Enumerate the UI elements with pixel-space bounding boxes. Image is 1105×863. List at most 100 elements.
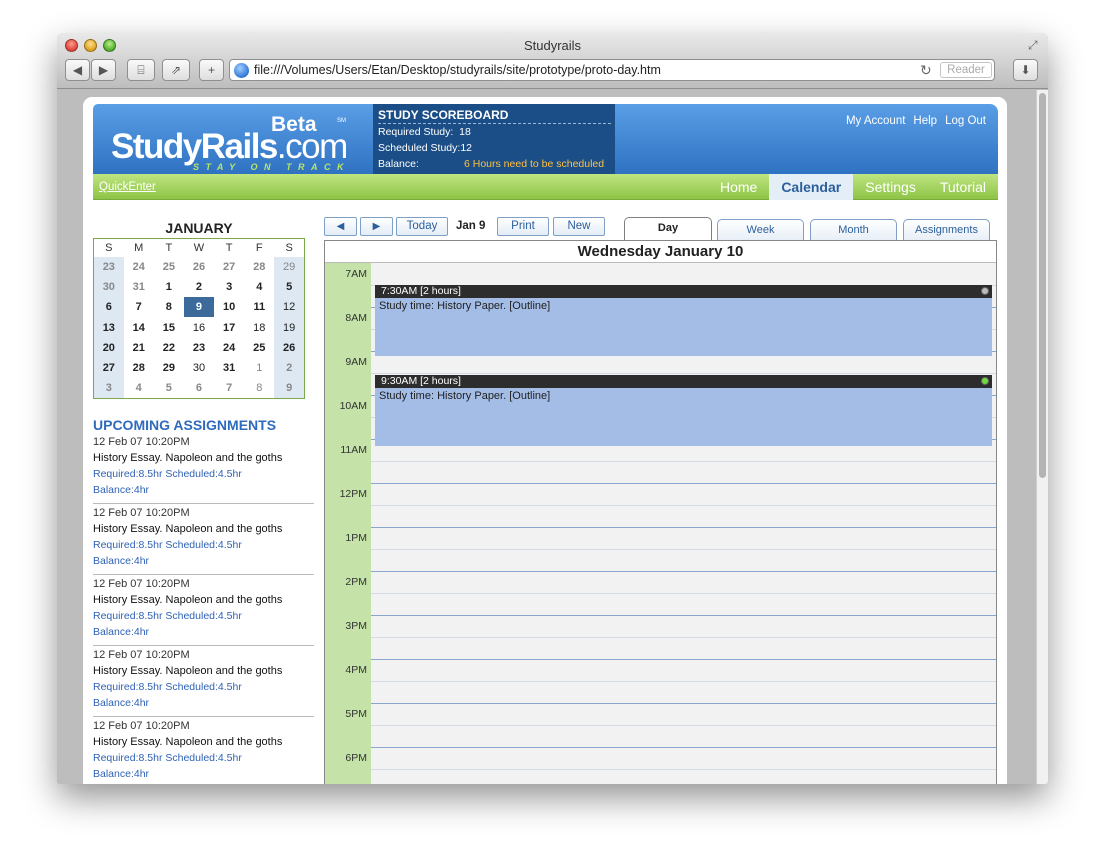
calendar-day[interactable]: 30 bbox=[93, 276, 124, 298]
calendar-day[interactable]: 3 bbox=[214, 277, 244, 297]
vertical-scrollbar[interactable] bbox=[1036, 90, 1048, 784]
calendar-day[interactable]: 18 bbox=[244, 317, 274, 337]
forward-button[interactable]: ▶ bbox=[91, 59, 116, 81]
nav-tab-home[interactable]: Home bbox=[708, 174, 769, 200]
assignment-item[interactable]: 12 Feb 07 10:20PM History Essay. Napoleo… bbox=[93, 504, 314, 575]
assignment-item[interactable]: 12 Feb 07 10:20PM History Essay. Napoleo… bbox=[93, 646, 314, 717]
calendar-event[interactable]: 7:30AM [2 hours] Study time: History Pap… bbox=[375, 285, 992, 356]
calendar-day[interactable]: 26 bbox=[184, 257, 214, 277]
status-dot-icon[interactable] bbox=[981, 377, 989, 385]
calendar-day[interactable]: 2 bbox=[274, 357, 305, 379]
calendar-day[interactable]: 3 bbox=[93, 378, 124, 399]
calendar-day[interactable]: 1 bbox=[154, 277, 184, 297]
calendar-day[interactable]: 8 bbox=[244, 378, 274, 398]
log-out-link[interactable]: Log Out bbox=[945, 115, 986, 127]
hour-label: 1PM bbox=[345, 532, 367, 544]
assignment-item[interactable]: 12 Feb 07 10:20PM History Essay. Napoleo… bbox=[93, 717, 314, 784]
share-button[interactable]: ⇗ bbox=[162, 59, 190, 81]
calendar-day[interactable]: 27 bbox=[93, 357, 124, 379]
calendar-day[interactable]: 26 bbox=[274, 337, 305, 358]
quick-enter-link[interactable]: QuickEnter bbox=[99, 181, 156, 193]
calendar-day[interactable]: 7 bbox=[124, 297, 154, 317]
downloads-button[interactable]: ⬇ bbox=[1013, 59, 1038, 81]
calendar-day[interactable]: 23 bbox=[93, 256, 124, 277]
status-dot-icon[interactable] bbox=[981, 287, 989, 295]
calendar-day[interactable]: 6 bbox=[184, 378, 214, 398]
day-view-title: Wednesday January 10 bbox=[325, 241, 996, 263]
assignment-item[interactable]: 12 Feb 07 10:20PM History Essay. Napoleo… bbox=[93, 575, 314, 646]
calendar-day[interactable]: 5 bbox=[274, 276, 305, 298]
tab-month[interactable]: Month bbox=[810, 219, 897, 240]
assignment-balance: Balance:4hr bbox=[93, 555, 150, 567]
new-button[interactable]: New bbox=[553, 217, 605, 236]
help-link[interactable]: Help bbox=[913, 115, 937, 127]
calendar-day[interactable]: 17 bbox=[214, 317, 244, 337]
show-all-bookmarks-button[interactable]: ⌸ bbox=[127, 59, 155, 81]
calendar-event[interactable]: 9:30AM [2 hours] Study time: History Pap… bbox=[375, 375, 992, 446]
calendar-day[interactable]: 20 bbox=[93, 337, 124, 358]
tab-day[interactable]: Day bbox=[624, 217, 712, 241]
weekday-label: S bbox=[105, 241, 113, 254]
calendar-day[interactable]: 25 bbox=[154, 257, 184, 277]
calendar-day[interactable]: 4 bbox=[244, 277, 274, 297]
my-account-link[interactable]: My Account bbox=[846, 115, 905, 127]
calendar-day[interactable]: 10 bbox=[214, 297, 244, 317]
calendar-day[interactable]: 24 bbox=[214, 338, 244, 358]
back-button[interactable]: ◀ bbox=[65, 59, 90, 81]
calendar-day[interactable]: 4 bbox=[124, 378, 154, 398]
prev-day-button[interactable]: ◀ bbox=[324, 217, 357, 236]
calendar-day[interactable]: 31 bbox=[124, 277, 154, 297]
calendar-day[interactable]: 6 bbox=[93, 297, 124, 318]
calendar-day[interactable]: 12 bbox=[274, 297, 305, 318]
site-header: StudyRails.com Beta SM STAY ON TRACK STU… bbox=[93, 104, 998, 174]
hour-label: 3PM bbox=[345, 620, 367, 632]
calendar-day[interactable]: 7 bbox=[214, 378, 244, 398]
calendar-day[interactable]: 2 bbox=[184, 277, 214, 297]
next-day-button[interactable]: ▶ bbox=[360, 217, 393, 236]
tab-week[interactable]: Week bbox=[717, 219, 804, 240]
tab-assignments[interactable]: Assignments bbox=[903, 219, 990, 240]
event-time: 9:30AM [2 hours] bbox=[381, 375, 461, 387]
calendar-day[interactable]: 13 bbox=[93, 317, 124, 338]
half-hour-line bbox=[371, 549, 996, 550]
calendar-day[interactable]: 14 bbox=[124, 317, 154, 337]
calendar-day-selected[interactable]: 9 bbox=[183, 297, 215, 318]
assignment-item[interactable]: 12 Feb 07 10:20PM History Essay. Napoleo… bbox=[93, 433, 314, 504]
reload-icon[interactable]: ↻ bbox=[920, 60, 932, 80]
calendar-day[interactable]: 21 bbox=[124, 338, 154, 358]
calendar-day[interactable]: 30 bbox=[184, 358, 214, 378]
assignment-hours: Required:8.5hr Scheduled:4.5hr bbox=[93, 610, 242, 622]
calendar-day[interactable]: 19 bbox=[274, 317, 305, 338]
studyrails-logo[interactable]: StudyRails.com Beta SM STAY ON TRACK bbox=[111, 112, 351, 172]
fullscreen-icon[interactable]: ⤢ bbox=[1028, 38, 1042, 52]
calendar-day[interactable]: 23 bbox=[184, 338, 214, 358]
calendar-day[interactable]: 27 bbox=[214, 257, 244, 277]
today-button[interactable]: Today bbox=[396, 217, 448, 236]
calendar-day[interactable]: 29 bbox=[274, 256, 305, 277]
address-bar[interactable]: file:///Volumes/Users/Etan/Desktop/study… bbox=[229, 59, 995, 81]
nav-tab-settings[interactable]: Settings bbox=[853, 174, 928, 200]
calendar-day[interactable]: 28 bbox=[244, 257, 274, 277]
nav-tab-tutorial[interactable]: Tutorial bbox=[928, 174, 998, 200]
calendar-day[interactable]: 31 bbox=[214, 358, 244, 378]
calendar-day[interactable]: 24 bbox=[124, 257, 154, 277]
reader-button[interactable]: Reader bbox=[940, 62, 992, 78]
calendar-day[interactable]: 28 bbox=[124, 358, 154, 378]
scrollbar-thumb[interactable] bbox=[1039, 93, 1046, 478]
calendar-day[interactable]: 22 bbox=[154, 338, 184, 358]
calendar-day[interactable]: 11 bbox=[244, 297, 274, 317]
assignment-balance: Balance:4hr bbox=[93, 768, 150, 780]
print-button[interactable]: Print bbox=[497, 217, 549, 236]
calendar-day[interactable]: 8 bbox=[154, 297, 184, 317]
assignment-name: History Essay. Napoleon and the goths bbox=[93, 736, 283, 748]
calendar-day[interactable]: 16 bbox=[184, 317, 214, 337]
nav-tab-calendar[interactable]: Calendar bbox=[769, 174, 854, 200]
calendar-day[interactable]: 1 bbox=[244, 358, 274, 378]
calendar-day[interactable]: 29 bbox=[154, 358, 184, 378]
add-bookmark-button[interactable]: + bbox=[199, 59, 224, 81]
calendar-day[interactable]: 5 bbox=[154, 378, 184, 398]
calendar-day[interactable]: 15 bbox=[154, 317, 184, 337]
calendar-day[interactable]: 25 bbox=[244, 338, 274, 358]
calendar-day[interactable]: 9 bbox=[274, 378, 305, 399]
assignment-balance: Balance:4hr bbox=[93, 697, 150, 709]
